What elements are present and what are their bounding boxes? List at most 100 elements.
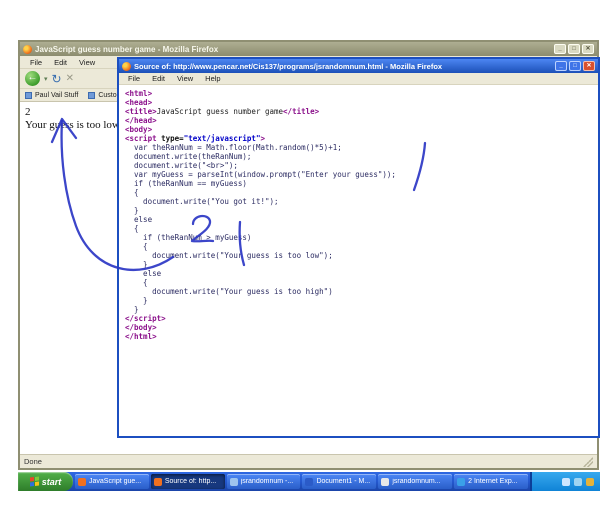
minimize-icon[interactable]: _ [555,61,567,71]
code-segment: document.write("<br>"); [125,161,238,170]
code-segment: > [260,134,265,143]
code-segment: JavaScript guess number game [156,107,284,116]
code-segment: document.write("Your guess is too high") [125,287,333,296]
source-menubar: File Edit View Help [119,73,598,85]
source-code: <html> <head> <title>JavaScript guess numb… [119,85,598,436]
code-line: </body> [125,323,598,332]
code-segment: } [125,296,148,305]
firefox-icon [122,61,131,71]
source-window-title: Source of: http://www.pencar.net/Cis137/… [134,61,443,71]
maximize-icon[interactable]: □ [569,61,581,71]
taskbar-button-icon [381,477,390,486]
bookmark-item[interactable]: Paul Vail Stuff [25,91,79,99]
code-line: else [125,269,598,278]
code-line: } [125,296,598,305]
code-line: if (theRanNum > myGuess) [125,233,598,242]
code-line: } [125,260,598,269]
code-segment: </script> [125,314,166,323]
code-line: document.write(theRanNum); [125,152,598,161]
code-segment: <body> [125,125,153,134]
menu-item-view[interactable]: View [73,58,101,67]
close-icon[interactable]: ✕ [583,61,595,71]
code-line: </html> [125,332,598,341]
code-segment: document.write("Your guess is too low"); [125,251,333,260]
taskbar-button-label: 2 Internet Exp... [468,478,518,485]
code-segment: </html> [125,332,157,341]
code-segment: </body> [125,323,157,332]
close-icon[interactable]: ✕ [582,44,594,54]
network-icon[interactable] [574,477,582,486]
source-window-titlebar[interactable]: Source of: http://www.pencar.net/Cis137/… [119,59,598,73]
taskbar: start JavaScript gue... Source of: http..… [18,472,600,491]
minimize-icon[interactable]: _ [554,44,566,54]
taskbar-button[interactable]: JavaScript gue... [75,474,149,489]
code-segment: </title> [283,107,320,116]
code-segment: <script [125,134,162,143]
code-segment: var theRanNum = Math.floor(Math.random()… [125,143,342,152]
reload-button[interactable]: ↻ [52,72,62,86]
code-segment: document.write(theRanNum); [125,152,252,161]
code-segment: </head> [125,116,157,125]
code-segment: "text/javascript" [183,134,261,143]
code-line: <script type="text/javascript"> [125,134,598,143]
code-segment: } [125,260,148,269]
taskbar-button-label: Source of: http... [164,478,217,485]
taskbar-button[interactable]: jsrandomnum -... [226,474,301,489]
main-window-titlebar[interactable]: JavaScript guess number game - Mozilla F… [20,42,597,56]
code-segment: else [125,269,162,278]
menu-item-edit[interactable]: Edit [48,58,73,67]
back-dropdown-icon[interactable]: ▾ [44,75,48,83]
status-text: Done [24,457,42,466]
code-segment: var myGuess = parseInt(window.prompt("En… [125,170,396,179]
code-line: document.write("You got it!"); [125,197,598,206]
code-line: var myGuess = parseInt(window.prompt("En… [125,170,598,179]
code-line: <body> [125,125,598,134]
maximize-icon[interactable]: □ [568,44,580,54]
stop-button[interactable]: ✕ [66,73,74,84]
start-label: start [41,476,62,487]
bookmark-icon [25,91,32,99]
menu-item-view[interactable]: View [171,74,199,83]
code-segment: } [125,305,139,314]
code-segment: document.write("You got it!"); [125,197,279,206]
code-segment: { [125,242,148,251]
code-line: if (theRanNum == myGuess) [125,179,598,188]
shield-icon[interactable] [586,477,594,486]
menu-item-file[interactable]: File [24,58,48,67]
code-segment: { [125,278,148,287]
main-window-title: JavaScript guess number game - Mozilla F… [35,44,219,54]
bookmark-label: Paul Vail Stuff [35,91,79,99]
code-line: { [125,188,598,197]
code-line: } [125,305,598,314]
code-segment: if (theRanNum == myGuess) [125,179,247,188]
taskbar-button-label: Document1 - M... [316,478,371,485]
status-bar: Done [20,454,597,468]
bookmark-icon [88,91,96,99]
taskbar-button-icon [305,477,314,486]
taskbar-button[interactable]: Document1 - M... [302,474,377,489]
code-segment: type= [161,134,184,143]
menu-item-file[interactable]: File [122,74,146,83]
taskbar-button[interactable]: 2 Internet Exp... [454,474,528,489]
start-button[interactable]: start [18,472,73,491]
code-line: document.write("Your guess is too low"); [125,251,598,260]
code-line: } [125,206,598,215]
menu-item-help[interactable]: Help [199,74,226,83]
code-segment: <head> [125,98,153,107]
system-tray [530,472,600,491]
windows-flag-icon [29,476,39,487]
code-segment: { [125,188,139,197]
taskbar-buttons: JavaScript gue... Source of: http... jsran… [73,472,530,491]
resize-grip[interactable] [583,456,593,467]
taskbar-button-label: jsrandomnum... [392,478,441,485]
taskbar-button[interactable]: Source of: http... [150,474,225,489]
code-line: <html> [125,89,598,98]
code-line: { [125,224,598,233]
volume-icon[interactable] [562,477,570,486]
back-button[interactable]: ← [25,71,40,86]
taskbar-button-icon [457,477,466,486]
taskbar-button[interactable]: jsrandomnum... [378,474,453,489]
code-segment: if (theRanNum > myGuess) [125,233,252,242]
view-source-window: Source of: http://www.pencar.net/Cis137/… [117,57,600,438]
menu-item-edit[interactable]: Edit [146,74,171,83]
